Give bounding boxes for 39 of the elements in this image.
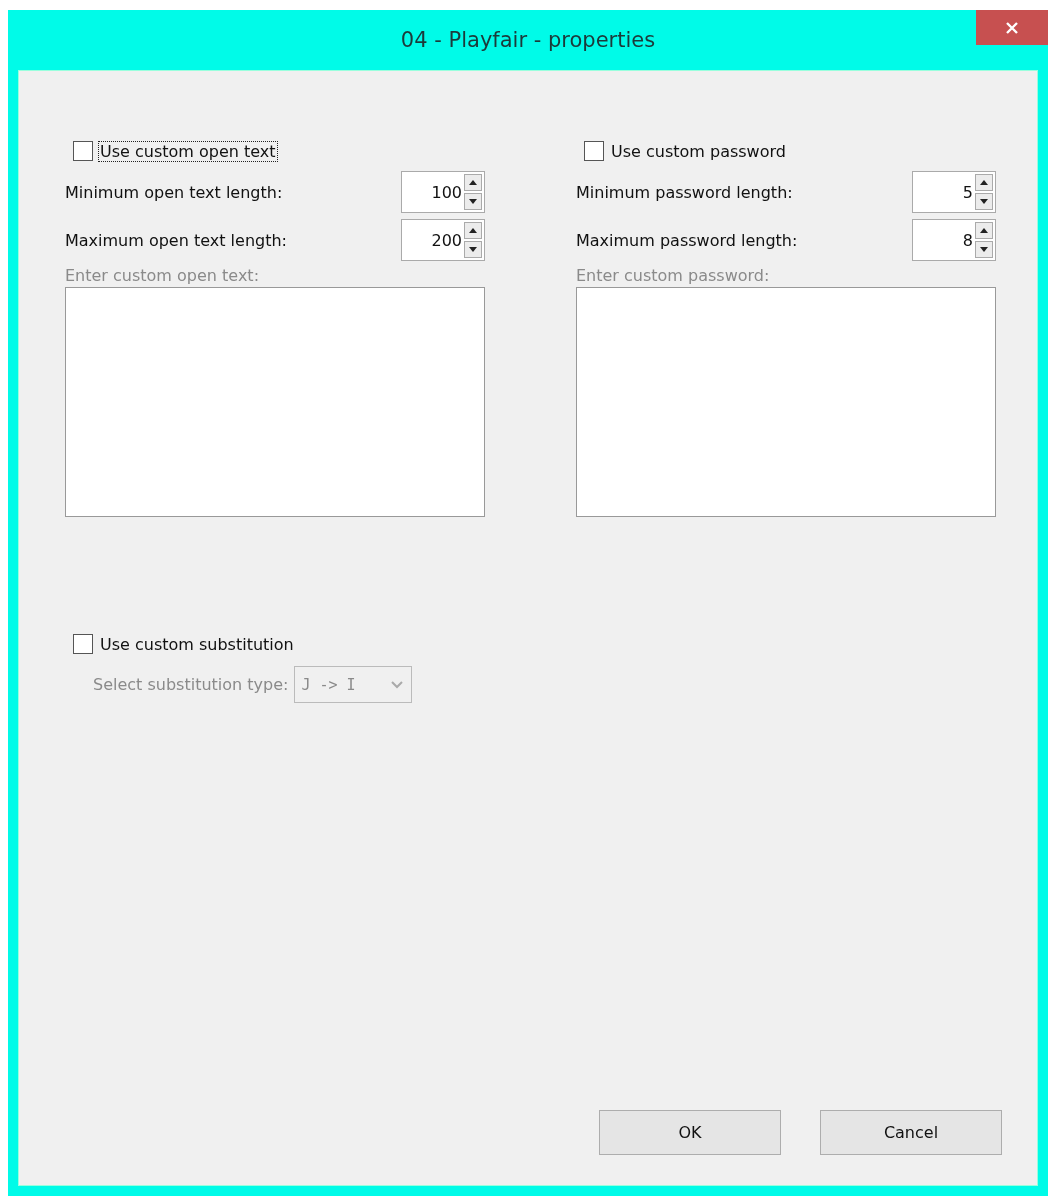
window-title: 04 - Playfair - properties: [400, 28, 656, 52]
checkbox-label[interactable]: Use custom open text: [99, 141, 277, 161]
spin-down-button[interactable]: [975, 193, 993, 210]
spin-up-button[interactable]: [975, 174, 993, 191]
checkbox[interactable]: [73, 634, 93, 654]
down-arrow-icon: [469, 247, 477, 252]
spin-down-button[interactable]: [464, 241, 482, 258]
down-arrow-icon: [980, 199, 988, 204]
spin-box[interactable]: 8: [912, 219, 996, 261]
field-label: Minimum open text length:: [65, 182, 283, 202]
spin-down-button[interactable]: [975, 241, 993, 258]
checkbox[interactable]: [584, 141, 604, 161]
spin-up-button[interactable]: [464, 174, 482, 191]
field-label: Minimum password length:: [576, 182, 793, 202]
checkbox-label[interactable]: Use custom substitution: [99, 634, 295, 654]
checkbox[interactable]: [73, 141, 93, 161]
close-button[interactable]: [976, 10, 1048, 45]
spin-box[interactable]: 5: [912, 171, 996, 213]
spin-box[interactable]: 100: [401, 171, 485, 213]
up-arrow-icon: [469, 180, 477, 185]
spin-up-button[interactable]: [975, 222, 993, 239]
chevron-down-icon: [391, 680, 404, 689]
dialog-button[interactable]: OK: [599, 1110, 781, 1155]
spin-box[interactable]: 200: [401, 219, 485, 261]
up-arrow-icon: [469, 228, 477, 233]
down-arrow-icon: [469, 199, 477, 204]
select-label: Select substitution type:: [93, 675, 289, 694]
spin-down-button[interactable]: [464, 193, 482, 210]
close-icon: [1005, 20, 1019, 35]
dialog-button[interactable]: Cancel: [820, 1110, 1002, 1155]
down-arrow-icon: [980, 247, 988, 252]
field-label: Maximum password length:: [576, 230, 798, 250]
up-arrow-icon: [980, 180, 988, 185]
field-label: Maximum open text length:: [65, 230, 287, 250]
text-area-label: Enter custom open text:: [65, 266, 261, 285]
spin-up-button[interactable]: [464, 222, 482, 239]
checkbox-label[interactable]: Use custom password: [610, 141, 787, 161]
up-arrow-icon: [980, 228, 988, 233]
text-area-label: Enter custom password:: [576, 266, 771, 285]
